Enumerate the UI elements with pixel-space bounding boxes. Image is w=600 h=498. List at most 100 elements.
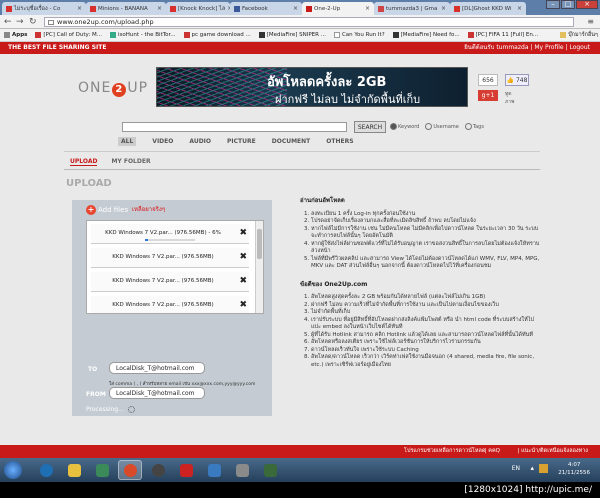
network-icon[interactable] (539, 464, 548, 473)
site-footer: โปรแกรมช่วยเหลือการดาวน์โหลด | คคQ | แนะ… (0, 445, 600, 458)
bookmark-item[interactable]: isoHunt - the BitTor... (110, 32, 176, 38)
maximize-icon[interactable]: □ (561, 0, 575, 9)
tab-my-folder[interactable]: MY FOLDER (111, 158, 150, 166)
bookmark-item[interactable]: [PC] FIFA 11 [Full] En... (467, 32, 538, 38)
taskbar-app-icon[interactable] (258, 460, 282, 480)
url-input[interactable]: www.one2up.com/upload.php (44, 17, 574, 27)
list-item: หากไฟล์ไม่มีการใช้งาน เช่น ไม่มีคนโหลด ไ… (311, 226, 540, 241)
folder-icon (560, 32, 567, 38)
to-email-field[interactable]: LocalDisk_T@hotmail.com (109, 362, 205, 374)
list-item: หากผู้ใช้ส่งไฟล์ผ่านซอฟต์แวร์ที่ไม่ได้รั… (311, 241, 540, 256)
footer-link-faq[interactable]: | คคQ (485, 445, 500, 458)
start-button[interactable] (4, 461, 22, 479)
user-menu[interactable]: ยินดีต้อนรับ tummazda | My Profile | Log… (464, 42, 590, 54)
add-files-button[interactable]: + Add files (86, 205, 128, 215)
browser-tab[interactable]: tummazda3 | Gma × (374, 2, 450, 15)
upload-progress-bar (145, 239, 195, 241)
list-item: KKD Windows 7 V2.par... (976.56MB) ✖ (91, 272, 249, 292)
share-count: 656 (478, 74, 498, 86)
taskbar-app-icon[interactable] (146, 460, 170, 480)
file-name: KKD Windows 7 V2.par... (976.56MB) (112, 302, 214, 308)
facebook-like-button[interactable]: 👍 748 (505, 74, 529, 86)
from-email-field[interactable]: LocalDisk_T@hotmail.com (109, 387, 205, 399)
category-others[interactable]: OTHERS (326, 138, 353, 146)
footer-link-feedback[interactable]: | แนะนำ/ติดเหนือแจ้งลองทาง (518, 445, 589, 458)
close-tab-icon[interactable]: × (441, 5, 446, 12)
close-tab-icon[interactable]: × (517, 5, 522, 12)
scrollbar-thumb[interactable] (257, 229, 262, 259)
bookmark-icon (258, 32, 265, 38)
taskbar-app-icon[interactable] (90, 460, 114, 480)
other-bookmarks[interactable]: บุ๊กมาร์กอื่นๆ (560, 31, 600, 39)
bookmark-item[interactable]: [PC] Call of Duty: M... (35, 32, 102, 38)
reload-icon[interactable]: ↻ (29, 16, 37, 28)
search-button[interactable]: SEARCH (354, 121, 386, 133)
browser-tab[interactable]: [Knock Knock] ไล × (166, 2, 230, 15)
browser-tab[interactable]: Facebook × (230, 2, 302, 15)
language-indicator[interactable]: EN (512, 465, 520, 473)
browser-tab[interactable]: [DL]Ghost KKD Wi × (450, 2, 526, 15)
banner-subline: ฝากฟรี ไม่ลบ ไม่จำกัดพื้นที่เก็บ (275, 93, 421, 106)
page-icon (48, 20, 54, 25)
bookmark-item[interactable]: Can You Run It? (333, 32, 385, 38)
taskbar-app-icon[interactable] (230, 460, 254, 480)
tray-expand-icon[interactable]: ▴ (530, 464, 534, 472)
remove-file-icon[interactable]: ✖ (239, 276, 247, 286)
tab-upload[interactable]: UPLOAD (70, 158, 98, 166)
radio-keyword[interactable]: Keyword (390, 123, 419, 130)
site-logo[interactable]: ONE 2 UP (78, 80, 148, 97)
remove-file-icon[interactable]: ✖ (239, 300, 247, 310)
browser-tab[interactable]: ไม่ระบุชื่อเรื่อง - Co × (2, 2, 86, 15)
radio-tags[interactable]: Tags (465, 123, 484, 130)
google-plus-button[interactable]: g+1 (478, 90, 498, 101)
bookmark-icon (333, 32, 340, 38)
clock-time[interactable]: 4:07 (558, 461, 590, 469)
bookmark-apps[interactable]: Apps (4, 32, 27, 38)
close-tab-icon[interactable]: × (293, 5, 298, 12)
taskbar-ie-icon[interactable] (34, 460, 58, 480)
bookmark-item[interactable]: pc game download ... (183, 32, 251, 38)
category-picture[interactable]: PICTURE (227, 138, 256, 146)
taskbar-folder-icon[interactable] (62, 460, 86, 480)
close-tab-icon[interactable]: × (365, 5, 370, 12)
promo-banner[interactable]: อัพโหลดครั้งละ 2GB ฝากฟรี ไม่ลบ ไม่จำกัด… (156, 67, 468, 107)
radio-username[interactable]: Username (425, 123, 459, 130)
browser-tab-active[interactable]: One-2-Up × (302, 2, 374, 15)
clock-date[interactable]: 21/11/2556 (558, 469, 590, 477)
window-controls: – □ × (546, 0, 598, 9)
footer-link-help[interactable]: โปรแกรมช่วยเหลือการดาวน์โหลด (404, 445, 485, 458)
minimize-icon[interactable]: – (546, 0, 560, 9)
taskbar-chrome-icon[interactable] (118, 460, 142, 480)
category-all[interactable]: ALL (118, 137, 137, 146)
divider (64, 151, 540, 152)
add-files-note: เหลือยาจริงๆ (132, 206, 166, 213)
close-tab-icon[interactable]: × (77, 5, 82, 12)
taskbar-app-icon[interactable] (202, 460, 226, 480)
menu-icon[interactable]: ≡ (587, 17, 594, 26)
scrollbar[interactable] (255, 221, 263, 313)
close-tab-icon[interactable]: × (157, 5, 162, 12)
search-input[interactable] (122, 122, 347, 132)
bookmark-icon (110, 32, 116, 38)
category-video[interactable]: VIDEO (152, 138, 173, 146)
forward-icon[interactable]: → (16, 16, 24, 28)
bookmark-item[interactable]: [MediaFire] SNIPER ... (258, 32, 326, 38)
screen: ไม่ระบุชื่อเรื่อง - Co × Minions - BANANA… (0, 0, 600, 498)
banner-headline: อัพโหลดครั้งละ 2GB (267, 75, 387, 90)
back-icon[interactable]: ← (4, 16, 12, 28)
system-tray: EN ▴ 4:07 21/11/2556 (512, 461, 590, 477)
youtube-icon (454, 5, 460, 12)
remove-file-icon[interactable]: ✖ (239, 228, 247, 238)
list-item: อัพโหลดสูงสุดครั้งละ 2 GB พร้อมกันได้หลา… (311, 294, 540, 302)
bookmark-item[interactable]: [MediaFire] Need fo... (392, 32, 460, 38)
divider (64, 169, 540, 170)
list-item: KKD Windows 7 V2.par... (976.56MB) ✖ (91, 296, 249, 313)
remove-file-icon[interactable]: ✖ (239, 252, 247, 262)
category-audio[interactable]: AUDIO (189, 138, 211, 146)
share-link[interactable]: ทูดภาพ (505, 90, 514, 106)
browser-tab[interactable]: Minions - BANANA × (86, 2, 166, 15)
category-document[interactable]: DOCUMENT (272, 138, 311, 146)
rules-heading: อ่านก่อนอัพโหลด (300, 197, 345, 204)
taskbar-app-icon[interactable] (174, 460, 198, 480)
close-window-icon[interactable]: × (576, 0, 598, 9)
